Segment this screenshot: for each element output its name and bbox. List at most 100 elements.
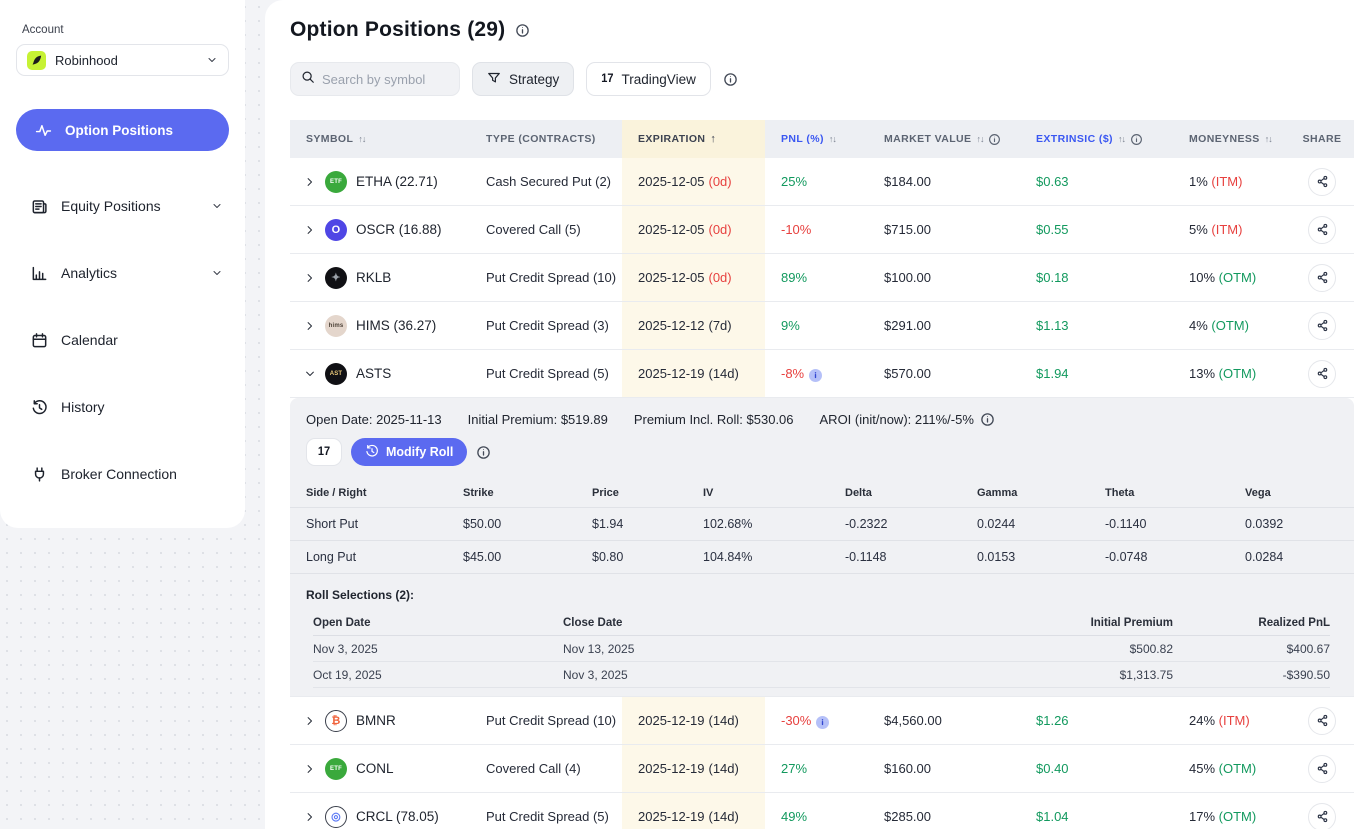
leg-cell: $1.94 (576, 517, 687, 531)
symbol-label: ASTS (356, 366, 391, 381)
expand-chevron-icon[interactable] (304, 224, 316, 236)
expand-chevron-icon[interactable] (304, 320, 316, 332)
expiration-cell: 2025-12-19(14d) (622, 350, 765, 397)
meta-text: AROI (init/now): 211%/-5% (820, 412, 974, 427)
sidebar-item-label: Option Positions (65, 123, 173, 138)
share-button[interactable] (1308, 312, 1336, 340)
chevron-down-icon (211, 200, 223, 212)
leg-row: Short Put$50.00$1.94102.68%-0.23220.0244… (290, 508, 1354, 541)
expiration-cell: 2025-12-19(14d) (622, 745, 765, 792)
toolbar: Strategy 17 TradingView (290, 62, 1354, 96)
table-row[interactable]: ASTASTSPut Credit Spread (5)2025-12-19(1… (290, 350, 1354, 398)
strategy-filter-button[interactable]: Strategy (472, 62, 574, 96)
table-row[interactable]: ₿BMNRPut Credit Spread (10)2025-12-19(14… (290, 697, 1354, 745)
meta-text: Initial Premium: $519.89 (468, 412, 608, 427)
column-header-share[interactable]: SHARE (1290, 120, 1354, 158)
collapse-chevron-icon[interactable] (304, 368, 316, 380)
column-header-symbol[interactable]: SYMBOL↑↓ (290, 120, 470, 158)
rolls-column-close-date: Close Date (563, 617, 913, 629)
leg-cell: 0.0244 (961, 517, 1089, 531)
main-panel: Option Positions (29) Strategy 17 Tradin… (265, 0, 1354, 829)
sort-icon[interactable]: ↑↓ (976, 134, 983, 144)
account-selector[interactable]: Robinhood (16, 44, 229, 76)
tradingview-button-label: TradingView (622, 72, 696, 87)
expand-chevron-icon[interactable] (304, 176, 316, 188)
pnl-value: -30% (781, 713, 811, 728)
expiration-date: 2025-12-19 (638, 713, 705, 728)
leg-cell: -0.0748 (1089, 550, 1229, 564)
table-row[interactable]: himsHIMS (36.27)Put Credit Spread (3)202… (290, 302, 1354, 350)
moneyness-value: 5% (1189, 222, 1211, 237)
share-cell (1290, 803, 1354, 829)
leg-cell: 0.0284 (1229, 550, 1354, 564)
search-input-wrapper[interactable] (290, 62, 460, 96)
pnl-value: 49% (781, 809, 807, 824)
moneyness-state: (OTM) (1211, 318, 1249, 333)
column-header-pnl-[interactable]: PNL (%)↑↓ (765, 120, 868, 158)
expand-chevron-icon[interactable] (304, 811, 316, 823)
share-button[interactable] (1308, 168, 1336, 196)
info-icon[interactable] (980, 412, 995, 427)
sort-icon[interactable]: ↑↓ (358, 134, 365, 144)
leg-cell: Short Put (290, 517, 447, 531)
table-row[interactable]: OOSCR (16.88)Covered Call (5)2025-12-05(… (290, 206, 1354, 254)
search-input[interactable] (322, 72, 442, 87)
sidebar-item-calendar[interactable]: Calendar (16, 328, 229, 352)
table-header-row: SYMBOL↑↓TYPE (CONTRACTS)EXPIRATION↑PNL (… (290, 120, 1354, 158)
expand-chevron-icon[interactable] (304, 763, 316, 775)
sidebar-item-option-positions[interactable]: Option Positions (16, 109, 229, 151)
info-icon[interactable] (1130, 133, 1143, 146)
tradingview-button[interactable]: 17 TradingView (586, 62, 711, 96)
pnl-info-badge-icon[interactable] (809, 369, 822, 382)
column-header-type-contracts-[interactable]: TYPE (CONTRACTS) (470, 120, 622, 158)
expand-chevron-icon[interactable] (304, 715, 316, 727)
rolls-header-row: Open DateClose DateInitial PremiumRealiz… (313, 610, 1330, 636)
strategy-button-label: Strategy (509, 72, 559, 87)
sort-icon[interactable]: ↑↓ (829, 134, 836, 144)
pnl-cell: 25% (765, 174, 868, 189)
type-cell: Put Credit Spread (5) (470, 366, 622, 381)
symbol-logo: ₿ (325, 710, 347, 732)
pnl-info-badge-icon[interactable] (816, 716, 829, 729)
column-header-expiration[interactable]: EXPIRATION↑ (622, 120, 765, 158)
info-icon[interactable] (988, 133, 1001, 146)
leg-cell: 0.0392 (1229, 517, 1354, 531)
table-row[interactable]: ETFCONLCovered Call (4)2025-12-19(14d)27… (290, 745, 1354, 793)
search-icon (301, 70, 315, 89)
column-header-market-value[interactable]: MARKET VALUE↑↓ (868, 120, 1020, 158)
sidebar-item-broker-connection[interactable]: Broker Connection (16, 462, 229, 486)
extrinsic-cell: $0.63 (1020, 174, 1173, 189)
info-icon[interactable] (723, 72, 738, 87)
sort-icon[interactable]: ↑ (710, 133, 715, 145)
column-header-moneyness[interactable]: MONEYNESS↑↓ (1173, 120, 1290, 158)
sort-icon[interactable]: ↑↓ (1265, 134, 1272, 144)
symbol-label: BMNR (356, 713, 396, 728)
sidebar-item-analytics[interactable]: Analytics (16, 261, 229, 285)
market-value-cell: $100.00 (868, 270, 1020, 285)
sort-icon[interactable]: ↑↓ (1118, 134, 1125, 144)
sidebar-item-equity-positions[interactable]: Equity Positions (16, 194, 229, 218)
moneyness-state: (OTM) (1219, 761, 1257, 776)
info-icon[interactable] (515, 23, 530, 38)
table-row[interactable]: ✦RKLBPut Credit Spread (10)2025-12-05(0d… (290, 254, 1354, 302)
share-button[interactable] (1308, 803, 1336, 829)
column-header-extrinsic-[interactable]: EXTRINSIC ($)↑↓ (1020, 120, 1173, 158)
leg-cell: -0.1140 (1089, 517, 1229, 531)
share-button[interactable] (1308, 707, 1336, 735)
moneyness-cell: 45% (OTM) (1173, 761, 1290, 776)
table-row[interactable]: ETFETHA (22.71)Cash Secured Put (2)2025-… (290, 158, 1354, 206)
leg-row: Long Put$45.00$0.80104.84%-0.11480.0153-… (290, 541, 1354, 574)
modify-roll-button[interactable]: Modify Roll (351, 438, 467, 466)
share-button[interactable] (1308, 216, 1336, 244)
share-button[interactable] (1308, 360, 1336, 388)
expand-chevron-icon[interactable] (304, 272, 316, 284)
share-button[interactable] (1308, 264, 1336, 292)
info-icon[interactable] (476, 445, 491, 460)
tradingview-chart-button[interactable]: 17 (306, 438, 342, 466)
pnl-cell: 9% (765, 318, 868, 333)
table-row[interactable]: ◎CRCL (78.05)Put Credit Spread (5)2025-1… (290, 793, 1354, 829)
extrinsic-cell: $1.94 (1020, 366, 1173, 381)
moneyness-value: 13% (1189, 366, 1219, 381)
sidebar-item-history[interactable]: History (16, 395, 229, 419)
share-button[interactable] (1308, 755, 1336, 783)
